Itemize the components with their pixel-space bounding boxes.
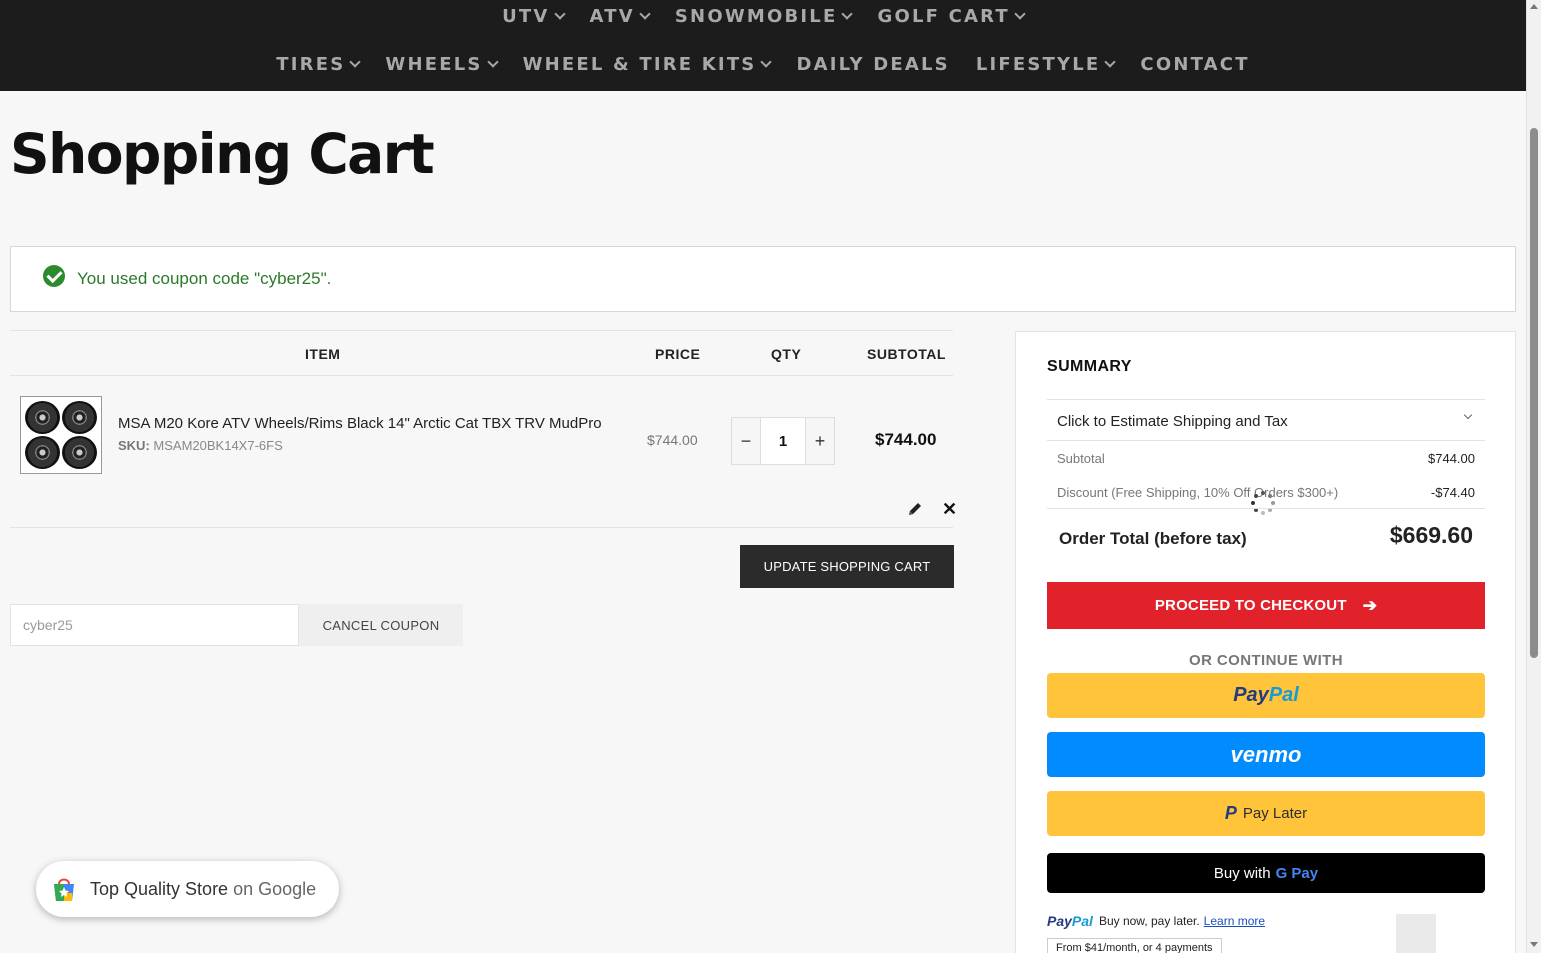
qty-input[interactable]: 1: [760, 418, 806, 464]
proceed-to-checkout-button[interactable]: PROCEED TO CHECKOUT ➔: [1047, 582, 1485, 629]
page-scrollbar[interactable]: [1526, 0, 1541, 953]
checkout-label: PROCEED TO CHECKOUT: [1154, 597, 1347, 614]
sku-value: MSAM20BK14X7-6FS: [153, 438, 283, 453]
wheel-image: [62, 436, 97, 469]
subtotal-label: Subtotal: [1057, 451, 1105, 466]
header-qty: QTY: [771, 346, 802, 362]
chevron-down-icon: [760, 56, 773, 68]
venmo-logo: venmo: [1230, 741, 1302, 767]
header-subtotal: SUBTOTAL: [867, 346, 946, 362]
paypal-message-text: Buy now, pay later.: [1098, 914, 1200, 928]
coupon-code-input[interactable]: [10, 604, 299, 646]
nav-item-atv[interactable]: ATV: [577, 6, 662, 27]
coupon-message-text: You used coupon code "cyber25".: [77, 269, 332, 288]
discount-label: Discount (Free Shipping, 10% Off Orders …: [1057, 485, 1339, 500]
quantity-stepper: − 1 +: [731, 417, 835, 465]
or-continue-with: OR CONTINUE WITH: [1189, 652, 1343, 669]
nav-item-contact[interactable]: CONTACT: [1127, 54, 1262, 75]
order-summary: SUMMARY Click to Estimate Shipping and T…: [1015, 331, 1516, 953]
wheel-image: [25, 401, 60, 434]
page-title: Shopping Cart: [10, 122, 435, 186]
estimate-shipping-toggle[interactable]: Click to Estimate Shipping and Tax: [1047, 399, 1485, 441]
arrow-right-icon: ➔: [1362, 595, 1378, 615]
nav-item-golf-cart[interactable]: GOLF CART: [864, 6, 1036, 27]
nav-item-lifestyle[interactable]: LIFESTYLE: [963, 54, 1128, 75]
nav-row-1: UTV ATV SNOWMOBILE GOLF CART: [0, 6, 1526, 27]
chevron-down-icon: [841, 8, 854, 20]
scroll-up-arrow-icon[interactable]: [1530, 4, 1538, 9]
pay-later-label: Pay Later: [1242, 805, 1308, 822]
top-navigation: UTV ATV SNOWMOBILE GOLF CART TIRES WHEEL…: [0, 0, 1526, 91]
scrollbar-thumb[interactable]: [1530, 128, 1538, 658]
qty-decrease-button[interactable]: −: [732, 418, 760, 464]
subtotal-row: Subtotal $744.00: [1057, 451, 1475, 466]
nav-item-snowmobile[interactable]: SNOWMOBILE: [662, 6, 865, 27]
venmo-button[interactable]: venmo: [1047, 732, 1485, 777]
item-subtotal: $744.00: [875, 430, 937, 449]
loading-spinner-icon: [1251, 491, 1275, 515]
remove-item-icon[interactable]: ✕: [942, 499, 957, 520]
google-shopping-bag-icon: [54, 878, 74, 901]
estimate-shipping-label: Click to Estimate Shipping and Tax: [1057, 413, 1288, 430]
badge-text-1: Top Quality Store: [90, 878, 229, 899]
summary-divider: [1047, 508, 1485, 509]
nav-item-tires[interactable]: TIRES: [263, 54, 372, 75]
cart-table: ITEM PRICE QTY SUBTOTAL MSA M20 Kore ATV…: [10, 330, 957, 588]
back-to-top-button[interactable]: [1396, 914, 1436, 953]
chevron-down-icon: [486, 56, 499, 68]
order-total-value: $669.60: [1389, 522, 1473, 548]
scroll-down-arrow-icon[interactable]: [1530, 942, 1538, 947]
qty-increase-button[interactable]: +: [806, 418, 834, 464]
paypal-pay-later-button[interactable]: P Pay Later: [1047, 791, 1485, 836]
paypal-logo-part1: Pay: [1233, 684, 1269, 706]
product-image[interactable]: [20, 396, 102, 474]
google-store-badge[interactable]: Top Quality Store on Google: [36, 861, 339, 917]
summary-title: SUMMARY: [1047, 358, 1132, 375]
paypal-installments-note: From $41/month, or 4 payments: [1047, 938, 1222, 953]
check-circle-icon: [43, 265, 65, 287]
nav-item-wheels[interactable]: WHEELS: [372, 54, 509, 75]
pencil-icon[interactable]: [907, 501, 923, 517]
sku-label: SKU:: [118, 438, 150, 453]
coupon-success-message: You used coupon code "cyber25".: [10, 246, 1516, 312]
wheel-image: [62, 401, 97, 434]
nav-item-utv[interactable]: UTV: [489, 6, 576, 27]
product-name-link[interactable]: MSA M20 Kore ATV Wheels/Rims Black 14" A…: [118, 415, 602, 432]
nav-item-wheel-tire-kits[interactable]: WHEEL & TIRE KITS: [510, 54, 784, 75]
google-pay-logo: G Pay: [1275, 864, 1319, 882]
badge-text-2: on Google: [233, 878, 317, 899]
product-sku: SKU: MSAM20BK14X7-6FS: [118, 438, 283, 453]
cart-table-header: ITEM PRICE QTY SUBTOTAL: [10, 330, 953, 376]
update-cart-button[interactable]: UPDATE SHOPPING CART: [740, 545, 954, 588]
chevron-down-icon: [349, 56, 362, 68]
subtotal-value: $744.00: [1428, 451, 1475, 466]
paypal-p-icon: P: [1224, 803, 1237, 823]
chevron-down-icon: [553, 8, 566, 20]
learn-more-link[interactable]: Learn more: [1204, 914, 1265, 928]
gpay-prefix: Buy with: [1213, 864, 1271, 882]
chevron-down-icon: [639, 8, 651, 20]
paypal-logo-part2: Pal: [1268, 684, 1299, 706]
chevron-down-icon: [1104, 56, 1117, 68]
header-price: PRICE: [655, 346, 701, 362]
item-price: $744.00: [647, 432, 698, 448]
row-divider: [10, 527, 953, 528]
nav-item-daily-deals[interactable]: DAILY DEALS: [783, 54, 962, 75]
nav-row-2: TIRES WHEELS WHEEL & TIRE KITS DAILY DEA…: [0, 54, 1526, 75]
header-item: ITEM: [305, 346, 341, 362]
chevron-down-icon: [1463, 410, 1473, 420]
order-total-label: Order Total (before tax): [1059, 529, 1247, 548]
paypal-message-logo: PayPal: [1047, 913, 1093, 929]
wheel-image: [25, 436, 60, 469]
google-pay-button[interactable]: Buy with G Pay: [1047, 853, 1485, 893]
chevron-down-icon: [1014, 8, 1026, 20]
paypal-button[interactable]: Pay Pal: [1047, 673, 1485, 718]
cancel-coupon-button[interactable]: CANCEL COUPON: [299, 604, 463, 646]
discount-value: -$74.40: [1430, 485, 1475, 500]
paypal-message: PayPal Buy now, pay later. Learn more: [1047, 913, 1265, 929]
